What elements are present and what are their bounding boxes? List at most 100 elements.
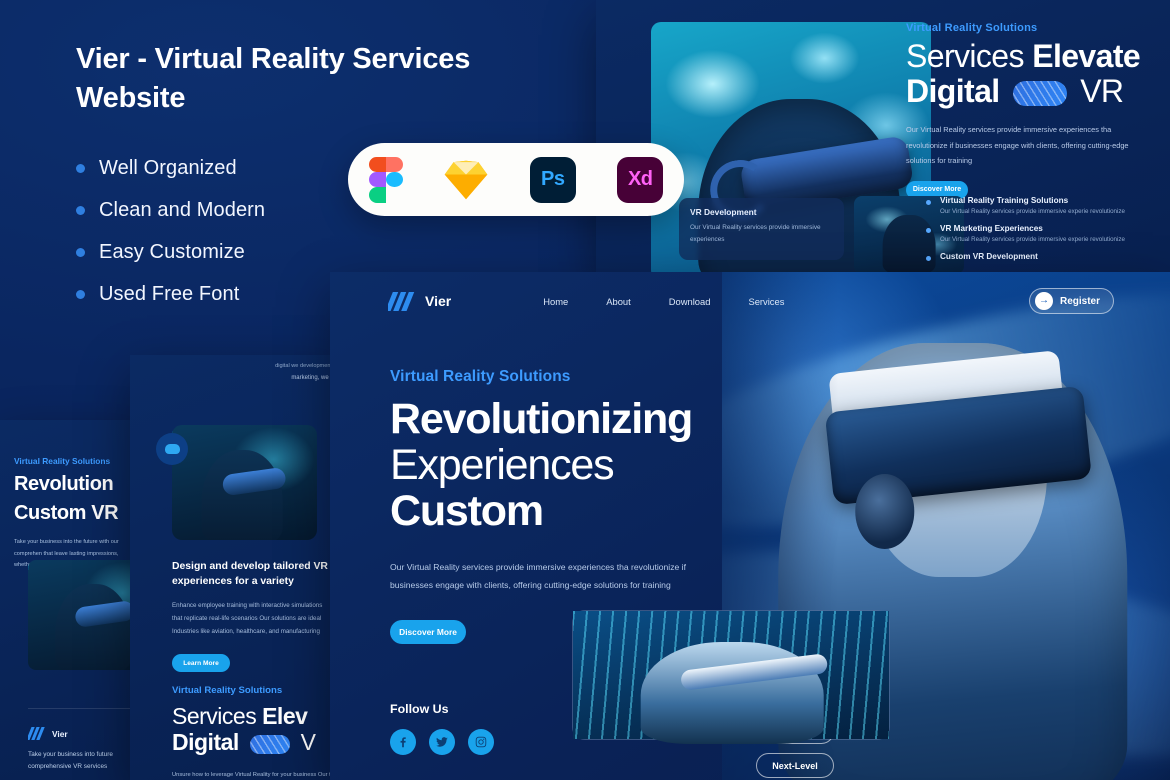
bullet-icon: [926, 200, 931, 205]
register-label: Register: [1059, 295, 1100, 307]
nav-links: Home About Download Services: [543, 296, 784, 307]
social-links: [390, 729, 494, 755]
headline-line2-bold: Digital: [172, 729, 239, 756]
goggle-shape: [221, 466, 287, 497]
vr-badge-icon: [156, 433, 188, 465]
pill-decoration-icon: [1012, 80, 1067, 106]
learn-more-button[interactable]: Learn More: [172, 654, 230, 673]
eyebrow: Virtual Reality Solutions: [172, 685, 283, 696]
navbar: Vier Home About Download Services → Regi…: [330, 272, 1170, 330]
section-headline: Services Elev Digital V: [172, 703, 342, 755]
bullet-icon: [76, 205, 85, 215]
feature-title: Custom VR Development: [940, 252, 1038, 261]
headline-bold: Elev: [262, 703, 308, 729]
bullet-icon: [76, 163, 85, 173]
bullet-icon: [76, 247, 85, 257]
tag-next-level[interactable]: Next-Level: [756, 753, 834, 778]
top-mock-copy: Virtual Reality Solutions Services Eleva…: [906, 22, 1170, 199]
discover-more-button[interactable]: Discover More: [390, 620, 466, 645]
list-item-label: Well Organized: [99, 156, 237, 179]
xd-icon: Xd: [617, 156, 664, 203]
headline: Design and develop tailored VR experienc…: [172, 561, 328, 587]
headline-bold: Elevate: [1032, 38, 1141, 74]
bullet-icon: [926, 228, 931, 233]
bullet-icon: [76, 289, 85, 299]
hero-copy: Virtual Reality Solutions Revolutionizin…: [390, 368, 720, 645]
follow-us-section: Follow Us: [390, 702, 494, 780]
logo-text: Vier: [52, 728, 68, 739]
header-text-1: digital we development: [275, 363, 332, 369]
feature-title: VR Marketing Experiences: [940, 224, 1043, 233]
bullet-icon: [926, 256, 931, 261]
mid-mock-header: digital we development marketing, we t: [130, 355, 342, 399]
left-mock-copy: Virtual Reality Solutions Revolution Cus…: [14, 456, 135, 572]
top-right-mockup: Virtual Reality Solutions Services Eleva…: [596, 0, 1170, 280]
nav-item-services[interactable]: Services: [748, 296, 784, 307]
card-thumbnail: [573, 611, 889, 745]
eyebrow: Virtual Reality Solutions: [906, 22, 1038, 34]
photo-subject: [201, 450, 287, 540]
eyebrow: Virtual Reality Solutions: [390, 368, 571, 385]
headline: Services Elevate Digital VR: [906, 39, 1170, 108]
photoshop-icon: Ps: [529, 156, 576, 203]
headline-light: Services: [172, 703, 257, 729]
main-hero-mockup: Vier Home About Download Services → Regi…: [330, 272, 1170, 780]
hero-body: Our Virtual Reality services provide imm…: [390, 562, 686, 591]
instagram-icon[interactable]: [468, 729, 494, 755]
body-text: Enhance employee training with interacti…: [172, 602, 323, 636]
nav-item-home[interactable]: Home: [543, 296, 568, 307]
page-title: Vier - Virtual Reality Services Website: [76, 43, 471, 115]
headline-line2-end: V: [300, 729, 316, 756]
showcase-stage: Virtual Reality Solutions Services Eleva…: [0, 0, 1170, 780]
footer-logo: Vier: [28, 727, 145, 740]
vr-photo: [28, 560, 145, 670]
headline-line1: Revolution: [14, 473, 114, 495]
sketch-icon: [444, 160, 488, 199]
pill-decoration-icon: [249, 734, 290, 754]
twitter-icon[interactable]: [429, 729, 455, 755]
left-middle-mockup: digital we development marketing, we t D…: [130, 355, 342, 780]
headline-light: Services: [906, 38, 1025, 74]
headline-line2-bold: Digital: [906, 72, 1000, 109]
headline-line3: Custom: [390, 487, 544, 535]
footer-tagline: Take your business into future comprehen…: [28, 751, 113, 771]
list-item: Easy Customize: [76, 241, 546, 264]
goggle-shape: [679, 653, 828, 692]
mid-mock-section: Virtual Reality Solutions Services Elev …: [172, 685, 342, 780]
footer: Vier Take your business into future comp…: [28, 708, 145, 780]
brand-logo[interactable]: Vier: [388, 291, 451, 311]
far-left-mockup: Virtual Reality Solutions Revolution Cus…: [0, 420, 145, 780]
card-title: VR Development: [690, 207, 757, 217]
software-badges: Ps Xd: [348, 143, 684, 216]
feature-list: Virtual Reality Training Solutions Our V…: [926, 196, 1162, 270]
feature-item: Custom VR Development: [926, 252, 1162, 261]
vier-logo-icon: [388, 291, 416, 311]
feature-item: Virtual Reality Training Solutions Our V…: [926, 196, 1162, 215]
headline-line2-end: VR: [1080, 72, 1124, 109]
list-item-label: Used Free Font: [99, 282, 240, 305]
figma-icon: [368, 156, 403, 203]
headline-line2: Experiences: [390, 441, 615, 489]
header-text-2: marketing, we t: [291, 375, 332, 381]
nav-item-download[interactable]: Download: [669, 296, 711, 307]
vier-logo-icon: [28, 727, 46, 740]
list-item-label: Clean and Modern: [99, 198, 266, 221]
nav-item-about[interactable]: About: [606, 296, 631, 307]
headline-line2: Custom VR: [14, 502, 119, 525]
goggle-shape: [73, 600, 136, 628]
facebook-icon[interactable]: [390, 729, 416, 755]
feature-desc: Our Virtual Reality services provide imm…: [940, 236, 1125, 243]
arrow-right-icon: →: [1034, 292, 1053, 310]
feature-title: Virtual Reality Training Solutions: [940, 196, 1069, 205]
vr-photo: [172, 425, 317, 540]
follow-us-title: Follow Us: [390, 702, 449, 716]
headline-line1: Revolutionizing: [390, 395, 693, 443]
register-button[interactable]: → Register: [1028, 288, 1114, 314]
vr-development-card: VR Development Our Virtual Reality servi…: [679, 198, 844, 260]
eyebrow: Virtual Reality Solutions: [14, 456, 111, 466]
feature-item: VR Marketing Experiences Our Virtual Rea…: [926, 224, 1162, 243]
feature-desc: Our Virtual Reality services provide imm…: [940, 208, 1125, 215]
card-description: Our Virtual Reality services provide imm…: [690, 224, 821, 244]
photo-subject: [55, 584, 136, 670]
list-item-label: Easy Customize: [99, 240, 245, 263]
